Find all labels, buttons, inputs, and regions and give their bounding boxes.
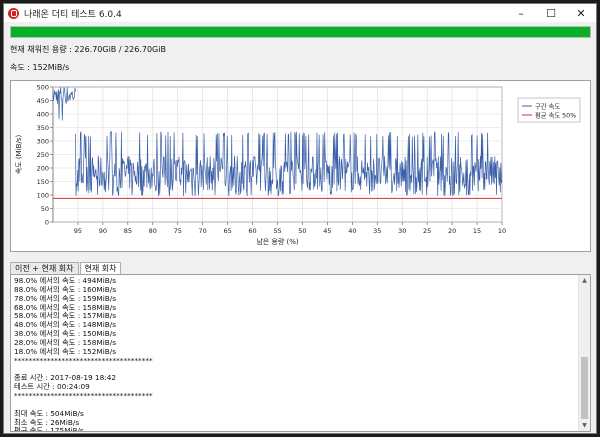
y-tick-label: 250 xyxy=(37,151,49,159)
x-tick-label: 55 xyxy=(273,227,281,235)
window-controls: – ☐ ✕ xyxy=(506,4,596,22)
x-tick-label: 95 xyxy=(74,227,82,235)
speed-label: 속도 : 152MiB/s xyxy=(10,63,70,72)
progress-fill xyxy=(11,27,590,37)
minimize-button[interactable]: – xyxy=(506,4,536,22)
log-line: 최소 속도 : 26MiB/s xyxy=(14,417,80,427)
maximize-button[interactable]: ☐ xyxy=(536,4,566,22)
x-tick-label: 15 xyxy=(473,227,481,235)
capacity-label: 현재 채워진 용량 : 226.70GiB / 226.70GiB xyxy=(10,45,166,54)
x-tick-label: 90 xyxy=(99,227,107,235)
y-tick-label: 100 xyxy=(37,191,49,199)
tab-previous-and-current[interactable]: 이전 + 현재 회차 xyxy=(10,262,79,274)
chart-legend: 구간 속도평균 속도 50% xyxy=(517,97,581,123)
x-tick-label: 10 xyxy=(498,227,506,235)
legend-label: 구간 속도 xyxy=(535,101,560,110)
fill-progress-bar xyxy=(10,26,591,38)
window-title: 나래온 더티 테스트 6.0.4 xyxy=(24,9,122,20)
x-tick-label: 45 xyxy=(323,227,331,235)
y-tick-label: 350 xyxy=(37,124,49,132)
x-tick-label: 20 xyxy=(448,227,456,235)
y-tick-label: 150 xyxy=(37,178,49,186)
y-tick-label: 300 xyxy=(37,137,49,145)
scroll-thumb[interactable] xyxy=(581,357,588,419)
legend-label: 평균 속도 50% xyxy=(535,110,576,119)
app-window: 나래온 더티 테스트 6.0.4 – ☐ ✕ 현재 채워진 용량 : 226.7… xyxy=(3,3,597,434)
y-tick-label: 500 xyxy=(37,83,49,91)
x-tick-label: 35 xyxy=(373,227,381,235)
y-axis-label: 속도 (MiB/s) xyxy=(15,135,23,175)
x-tick-label: 30 xyxy=(398,227,406,235)
log-scrollbar[interactable]: ▲ ▼ xyxy=(578,275,590,431)
log-panel[interactable]: 98.0% 에서의 속도 : 494MiB/s 88.0% 에서의 속도 : 16… xyxy=(10,274,591,432)
y-tick-label: 400 xyxy=(37,110,49,118)
x-tick-label: 60 xyxy=(248,227,256,235)
log-line: 평균 속도 : 175MiB/s xyxy=(14,426,84,432)
speed-chart: 0 50 100 150 200 250 300 350 400 450 500 95 90 85 80 75… xyxy=(10,80,591,252)
x-tick-label: 85 xyxy=(124,227,132,235)
log-line: ************************************** xyxy=(14,355,153,365)
log-text: 98.0% 에서의 속도 : 494MiB/s 88.0% 에서의 속도 : 16… xyxy=(14,276,574,432)
x-axis-label: 남은 용량 (%) xyxy=(256,237,299,246)
y-tick-label: 450 xyxy=(37,97,49,105)
log-line: ************************************** xyxy=(14,390,153,400)
app-logo-icon xyxy=(8,7,19,19)
x-tick-label: 75 xyxy=(174,227,182,235)
log-line: 종료 시간 : 2017-08-19 18:42 xyxy=(14,373,117,383)
scroll-up-icon[interactable]: ▲ xyxy=(579,275,590,286)
scroll-down-icon[interactable]: ▼ xyxy=(579,420,590,431)
speed-chart-svg: 0 50 100 150 200 250 300 350 400 450 500 95 90 85 80 75… xyxy=(15,83,581,246)
y-tick-label: 200 xyxy=(37,164,49,172)
x-tick-label: 40 xyxy=(348,227,356,235)
x-tick-label: 80 xyxy=(149,227,157,235)
x-tick-label: 25 xyxy=(423,227,431,235)
x-tick-label: 65 xyxy=(223,227,231,235)
title-bar[interactable]: 나래온 더티 테스트 6.0.4 – ☐ ✕ xyxy=(4,4,596,22)
close-button[interactable]: ✕ xyxy=(566,4,596,22)
y-tick-label: 50 xyxy=(41,205,49,213)
x-tick-label: 50 xyxy=(298,227,306,235)
log-line: 최대 속도 : 504MiB/s xyxy=(14,408,84,418)
x-tick-label: 70 xyxy=(199,227,207,235)
y-tick-label: 0 xyxy=(45,218,49,226)
